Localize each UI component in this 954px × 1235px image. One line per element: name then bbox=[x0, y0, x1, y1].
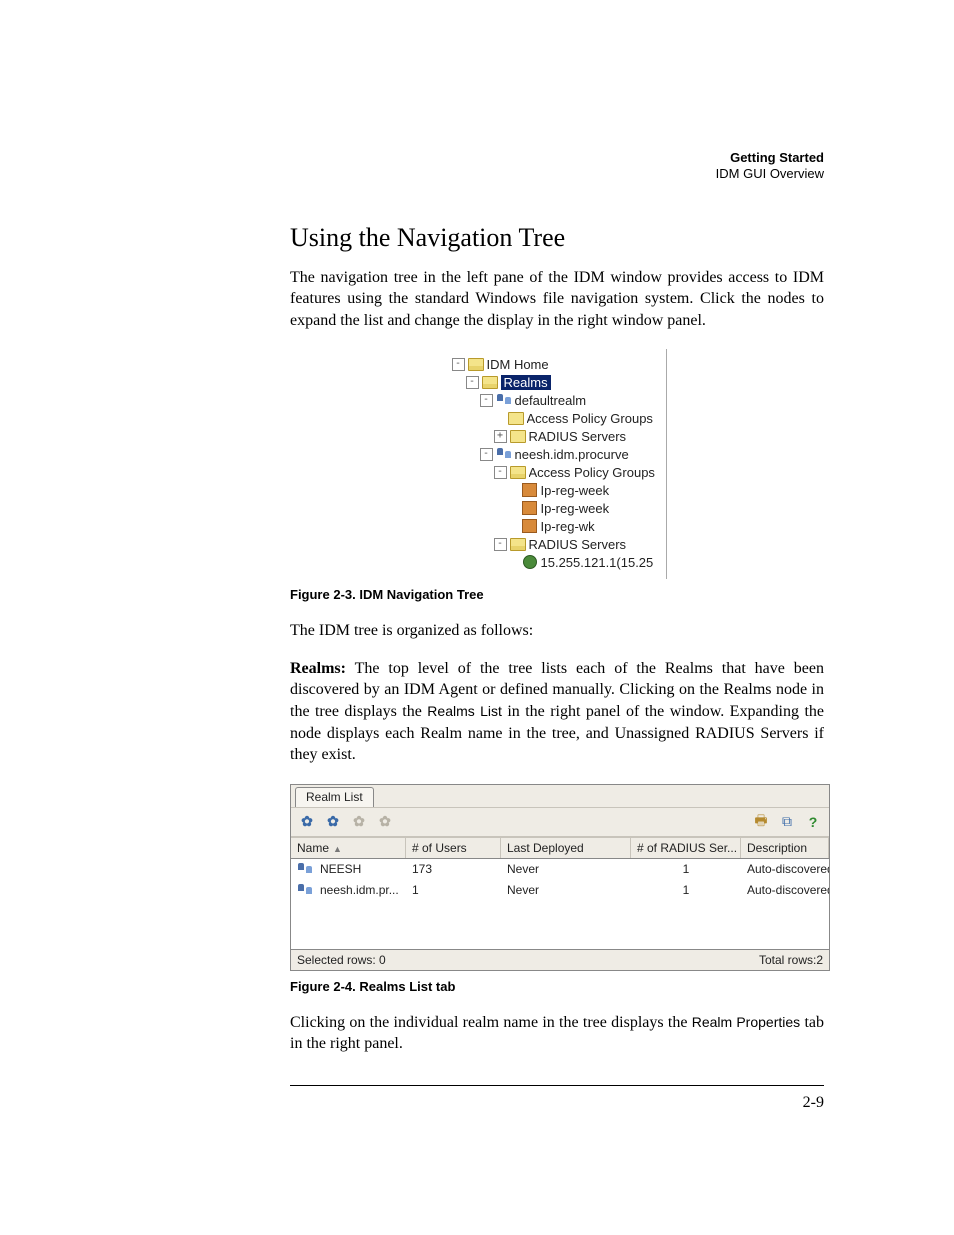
status-selected: Selected rows: 0 bbox=[297, 953, 386, 967]
folder-open-icon bbox=[468, 357, 484, 371]
intro-paragraph: The navigation tree in the left pane of … bbox=[290, 267, 824, 332]
realm-properties-paragraph: Clicking on the individual realm name in… bbox=[290, 1012, 824, 1055]
grid-body: NEESH 173 Never 1 Auto-discovered ... ne… bbox=[291, 859, 829, 949]
col-users[interactable]: # of Users bbox=[406, 838, 501, 858]
tree-node-radius-servers-2[interactable]: - RADIUS Servers bbox=[448, 535, 666, 553]
print-icon[interactable]: 🖶 bbox=[751, 812, 771, 832]
realm-properties-term: Realm Properties bbox=[692, 1014, 800, 1030]
export-icon[interactable]: ⧉ bbox=[777, 812, 797, 832]
page-number: 2-9 bbox=[290, 1094, 824, 1112]
col-name[interactable]: Name▲ bbox=[291, 838, 406, 858]
grid-empty-space bbox=[291, 901, 829, 949]
policy-group-icon bbox=[522, 501, 538, 515]
folder-closed-icon bbox=[510, 429, 526, 443]
policy-group-icon bbox=[522, 483, 538, 497]
add-realm-icon[interactable]: ✿ bbox=[323, 812, 343, 832]
tree-node-radius-server-ip[interactable]: 15.255.121.1(15.25 bbox=[448, 553, 666, 571]
table-row[interactable]: NEESH 173 Never 1 Auto-discovered ... bbox=[291, 859, 829, 880]
sort-asc-icon: ▲ bbox=[333, 844, 342, 854]
realms-list-term: Realms List bbox=[427, 703, 502, 719]
tree-node-policy-1[interactable]: Ip-reg-week bbox=[448, 481, 666, 499]
folder-open-icon bbox=[510, 537, 526, 551]
tree-node-idm-home[interactable]: - IDM Home bbox=[448, 355, 666, 373]
collapse-icon[interactable]: - bbox=[480, 394, 493, 407]
footer-rule bbox=[290, 1085, 824, 1086]
help-icon[interactable]: ? bbox=[803, 812, 823, 832]
tree-node-access-policy-groups-2[interactable]: - Access Policy Groups bbox=[448, 463, 666, 481]
col-radius[interactable]: # of RADIUS Ser... bbox=[631, 838, 741, 858]
tree-node-radius-servers-1[interactable]: + RADIUS Servers bbox=[448, 427, 666, 445]
col-desc[interactable]: Description bbox=[741, 838, 829, 858]
grid-header: Name▲ # of Users Last Deployed # of RADI… bbox=[291, 837, 829, 859]
tree-node-access-policy-groups-1[interactable]: Access Policy Groups bbox=[448, 409, 666, 427]
edit-realm-icon[interactable]: ✿ bbox=[349, 812, 369, 832]
section-title: Using the Navigation Tree bbox=[290, 223, 824, 253]
collapse-icon[interactable]: - bbox=[452, 358, 465, 371]
policy-group-icon bbox=[522, 519, 538, 533]
tree-node-realms[interactable]: - Realms bbox=[448, 373, 666, 391]
realm-list-figure: Realm List ✿ ✿ ✿ ✿ 🖶 ⧉ ? Name▲ # of User… bbox=[290, 784, 830, 971]
tab-realm-list[interactable]: Realm List bbox=[295, 787, 374, 807]
collapse-icon[interactable]: - bbox=[494, 466, 507, 479]
realms-paragraph: Realms: The top level of the tree lists … bbox=[290, 658, 824, 766]
tree-node-neesh-realm[interactable]: - neesh.idm.procurve bbox=[448, 445, 666, 463]
nav-tree-figure: - IDM Home - Realms - defaultrealm Acces… bbox=[448, 349, 667, 579]
col-deployed[interactable]: Last Deployed bbox=[501, 838, 631, 858]
figure-2-3-caption: Figure 2-3. IDM Navigation Tree bbox=[290, 587, 824, 602]
realm-icon bbox=[297, 862, 313, 876]
tree-node-policy-2[interactable]: Ip-reg-week bbox=[448, 499, 666, 517]
tree-node-policy-3[interactable]: Ip-reg-wk bbox=[448, 517, 666, 535]
realm-icon bbox=[496, 447, 512, 461]
folder-closed-icon bbox=[508, 411, 524, 425]
expand-icon[interactable]: + bbox=[494, 430, 507, 443]
delete-realm-icon[interactable]: ✿ bbox=[375, 812, 395, 832]
new-realm-icon[interactable]: ✿ bbox=[297, 812, 317, 832]
folder-open-icon bbox=[510, 465, 526, 479]
realm-icon bbox=[297, 883, 313, 897]
realms-lead: Realms: bbox=[290, 660, 346, 677]
table-row[interactable]: neesh.idm.pr... 1 Never 1 Auto-discovere… bbox=[291, 880, 829, 901]
status-total: Total rows:2 bbox=[759, 953, 823, 967]
status-bar: Selected rows: 0 Total rows:2 bbox=[291, 949, 829, 970]
server-icon bbox=[522, 555, 538, 569]
figure-2-4-caption: Figure 2-4. Realms List tab bbox=[290, 979, 824, 994]
page-header: Getting Started IDM GUI Overview bbox=[290, 150, 824, 183]
tab-strip: Realm List bbox=[291, 785, 829, 808]
collapse-icon[interactable]: - bbox=[466, 376, 479, 389]
collapse-icon[interactable]: - bbox=[480, 448, 493, 461]
collapse-icon[interactable]: - bbox=[494, 538, 507, 551]
realm-icon bbox=[496, 393, 512, 407]
tree-node-defaultrealm[interactable]: - defaultrealm bbox=[448, 391, 666, 409]
header-subtitle: IDM GUI Overview bbox=[290, 166, 824, 182]
tree-organized-paragraph: The IDM tree is organized as follows: bbox=[290, 620, 824, 642]
folder-open-icon bbox=[482, 375, 498, 389]
toolbar: ✿ ✿ ✿ ✿ 🖶 ⧉ ? bbox=[291, 808, 829, 837]
header-title: Getting Started bbox=[290, 150, 824, 166]
